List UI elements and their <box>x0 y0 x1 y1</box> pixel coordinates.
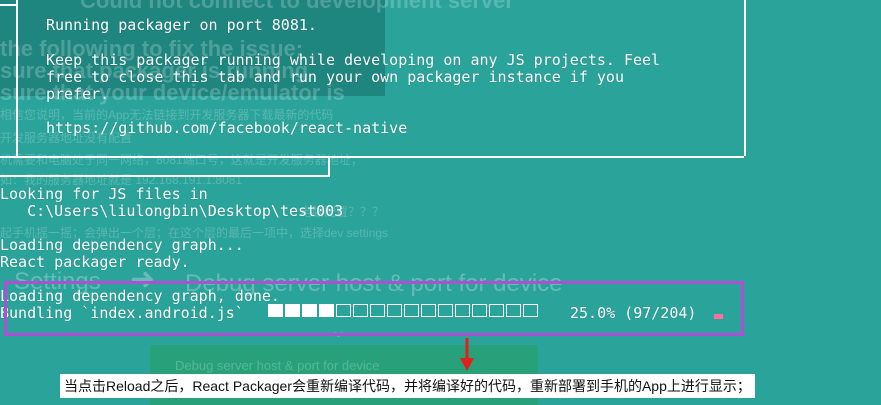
annotation-caption: 当点击Reload之后，React Packager会重新编译代码，并将编译好的… <box>60 374 755 398</box>
banner-line-4: prefer. <box>46 85 110 103</box>
ready-text: React packager ready. <box>0 253 190 271</box>
project-path: C:\Users\liulongbin\Desktop\test003 <box>0 202 344 220</box>
looking-text: Looking for JS files in <box>0 185 208 203</box>
bg-debug-button-label: Debug server host & port for device <box>175 358 380 373</box>
red-arrow-icon <box>460 338 474 371</box>
banner-left-border <box>328 156 330 175</box>
highlight-box <box>4 281 744 336</box>
banner-line-1: Running packager on port 8081. <box>46 16 317 34</box>
banner-top-border <box>0 4 18 6</box>
loading-text: Loading dependency graph... <box>0 236 244 254</box>
banner-bottom-border <box>0 156 744 158</box>
banner-url: https://github.com/facebook/react-native <box>46 119 408 137</box>
banner-bottom-border-2 <box>0 175 330 177</box>
banner-line-2: Keep this packager running while develop… <box>46 51 661 69</box>
banner-line-3: free to close this tab and run your own … <box>46 68 624 86</box>
